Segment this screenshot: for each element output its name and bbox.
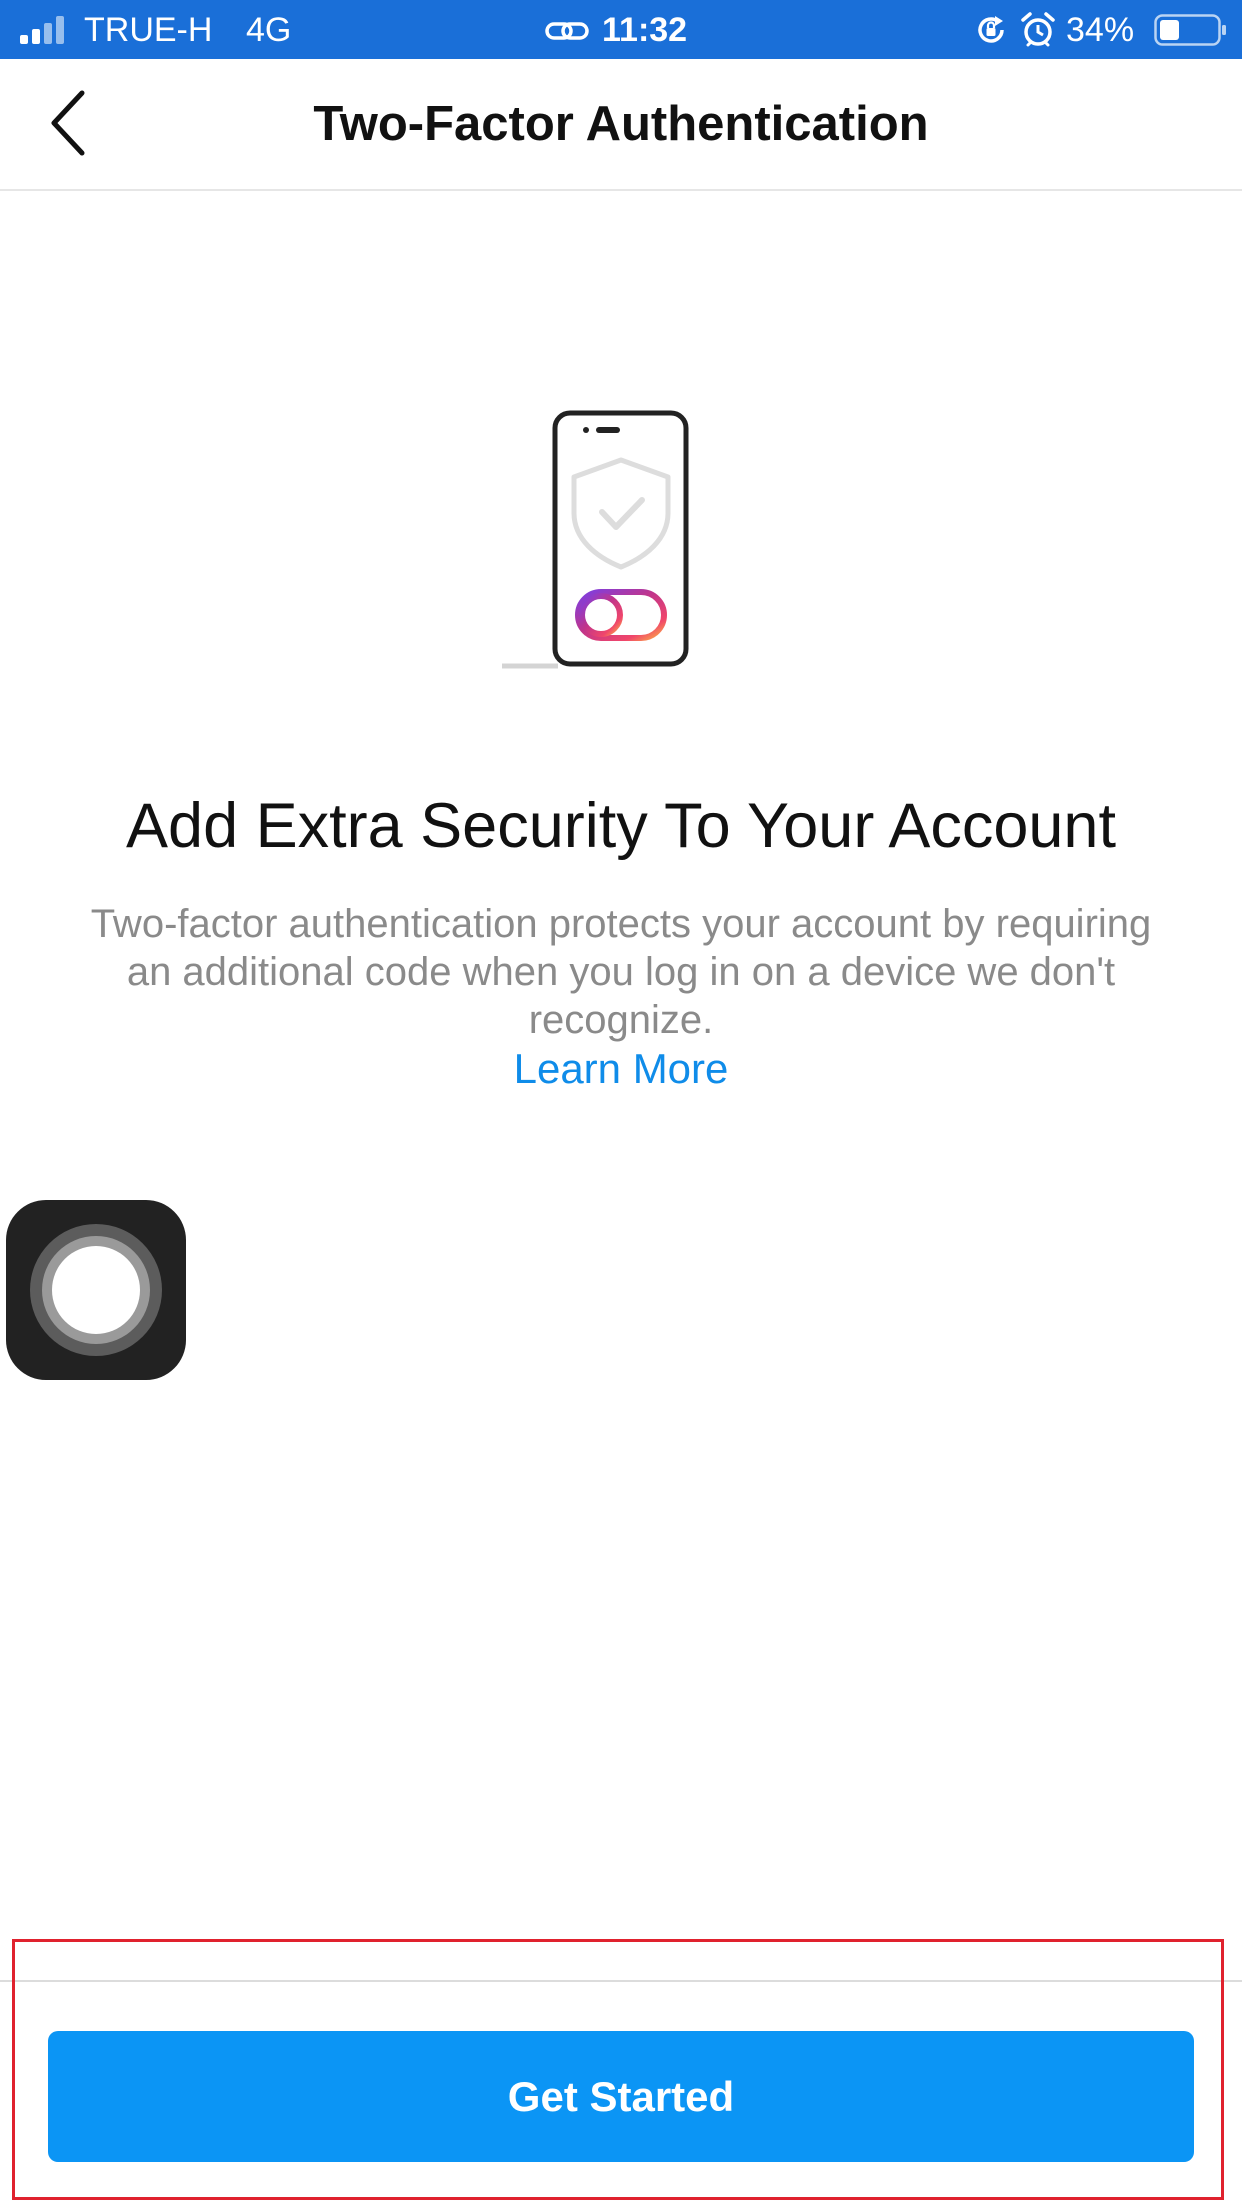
status-bar: TRUE-H 4G 11:32 34% <box>0 0 1242 59</box>
get-started-button[interactable]: Get Started <box>48 2031 1194 2162</box>
page-title: Two-Factor Authentication <box>313 97 929 151</box>
description-text: Two-factor authentication protects your … <box>90 902 1152 1042</box>
rotation-lock-icon <box>978 16 1004 43</box>
signal-icon <box>20 16 64 44</box>
carrier-name: TRUE-H <box>84 11 213 49</box>
headline: Add Extra Security To Your Account <box>126 791 1116 862</box>
learn-more-link[interactable]: Learn More <box>0 1044 1242 1094</box>
assistive-touch-center <box>52 1246 140 1334</box>
navigation-bar: Two-Factor Authentication <box>0 59 1242 191</box>
network-type: 4G <box>246 11 292 49</box>
battery-icon <box>1154 14 1226 46</box>
security-illustration <box>502 410 689 669</box>
link-icon <box>545 22 589 40</box>
alarm-icon <box>1021 12 1055 47</box>
battery-percentage: 34% <box>1066 11 1135 49</box>
clock-time: 11:32 <box>602 11 688 49</box>
footer-divider <box>0 1980 1242 1982</box>
phone-icon <box>552 410 689 667</box>
assistive-touch-icon[interactable] <box>6 1200 186 1380</box>
